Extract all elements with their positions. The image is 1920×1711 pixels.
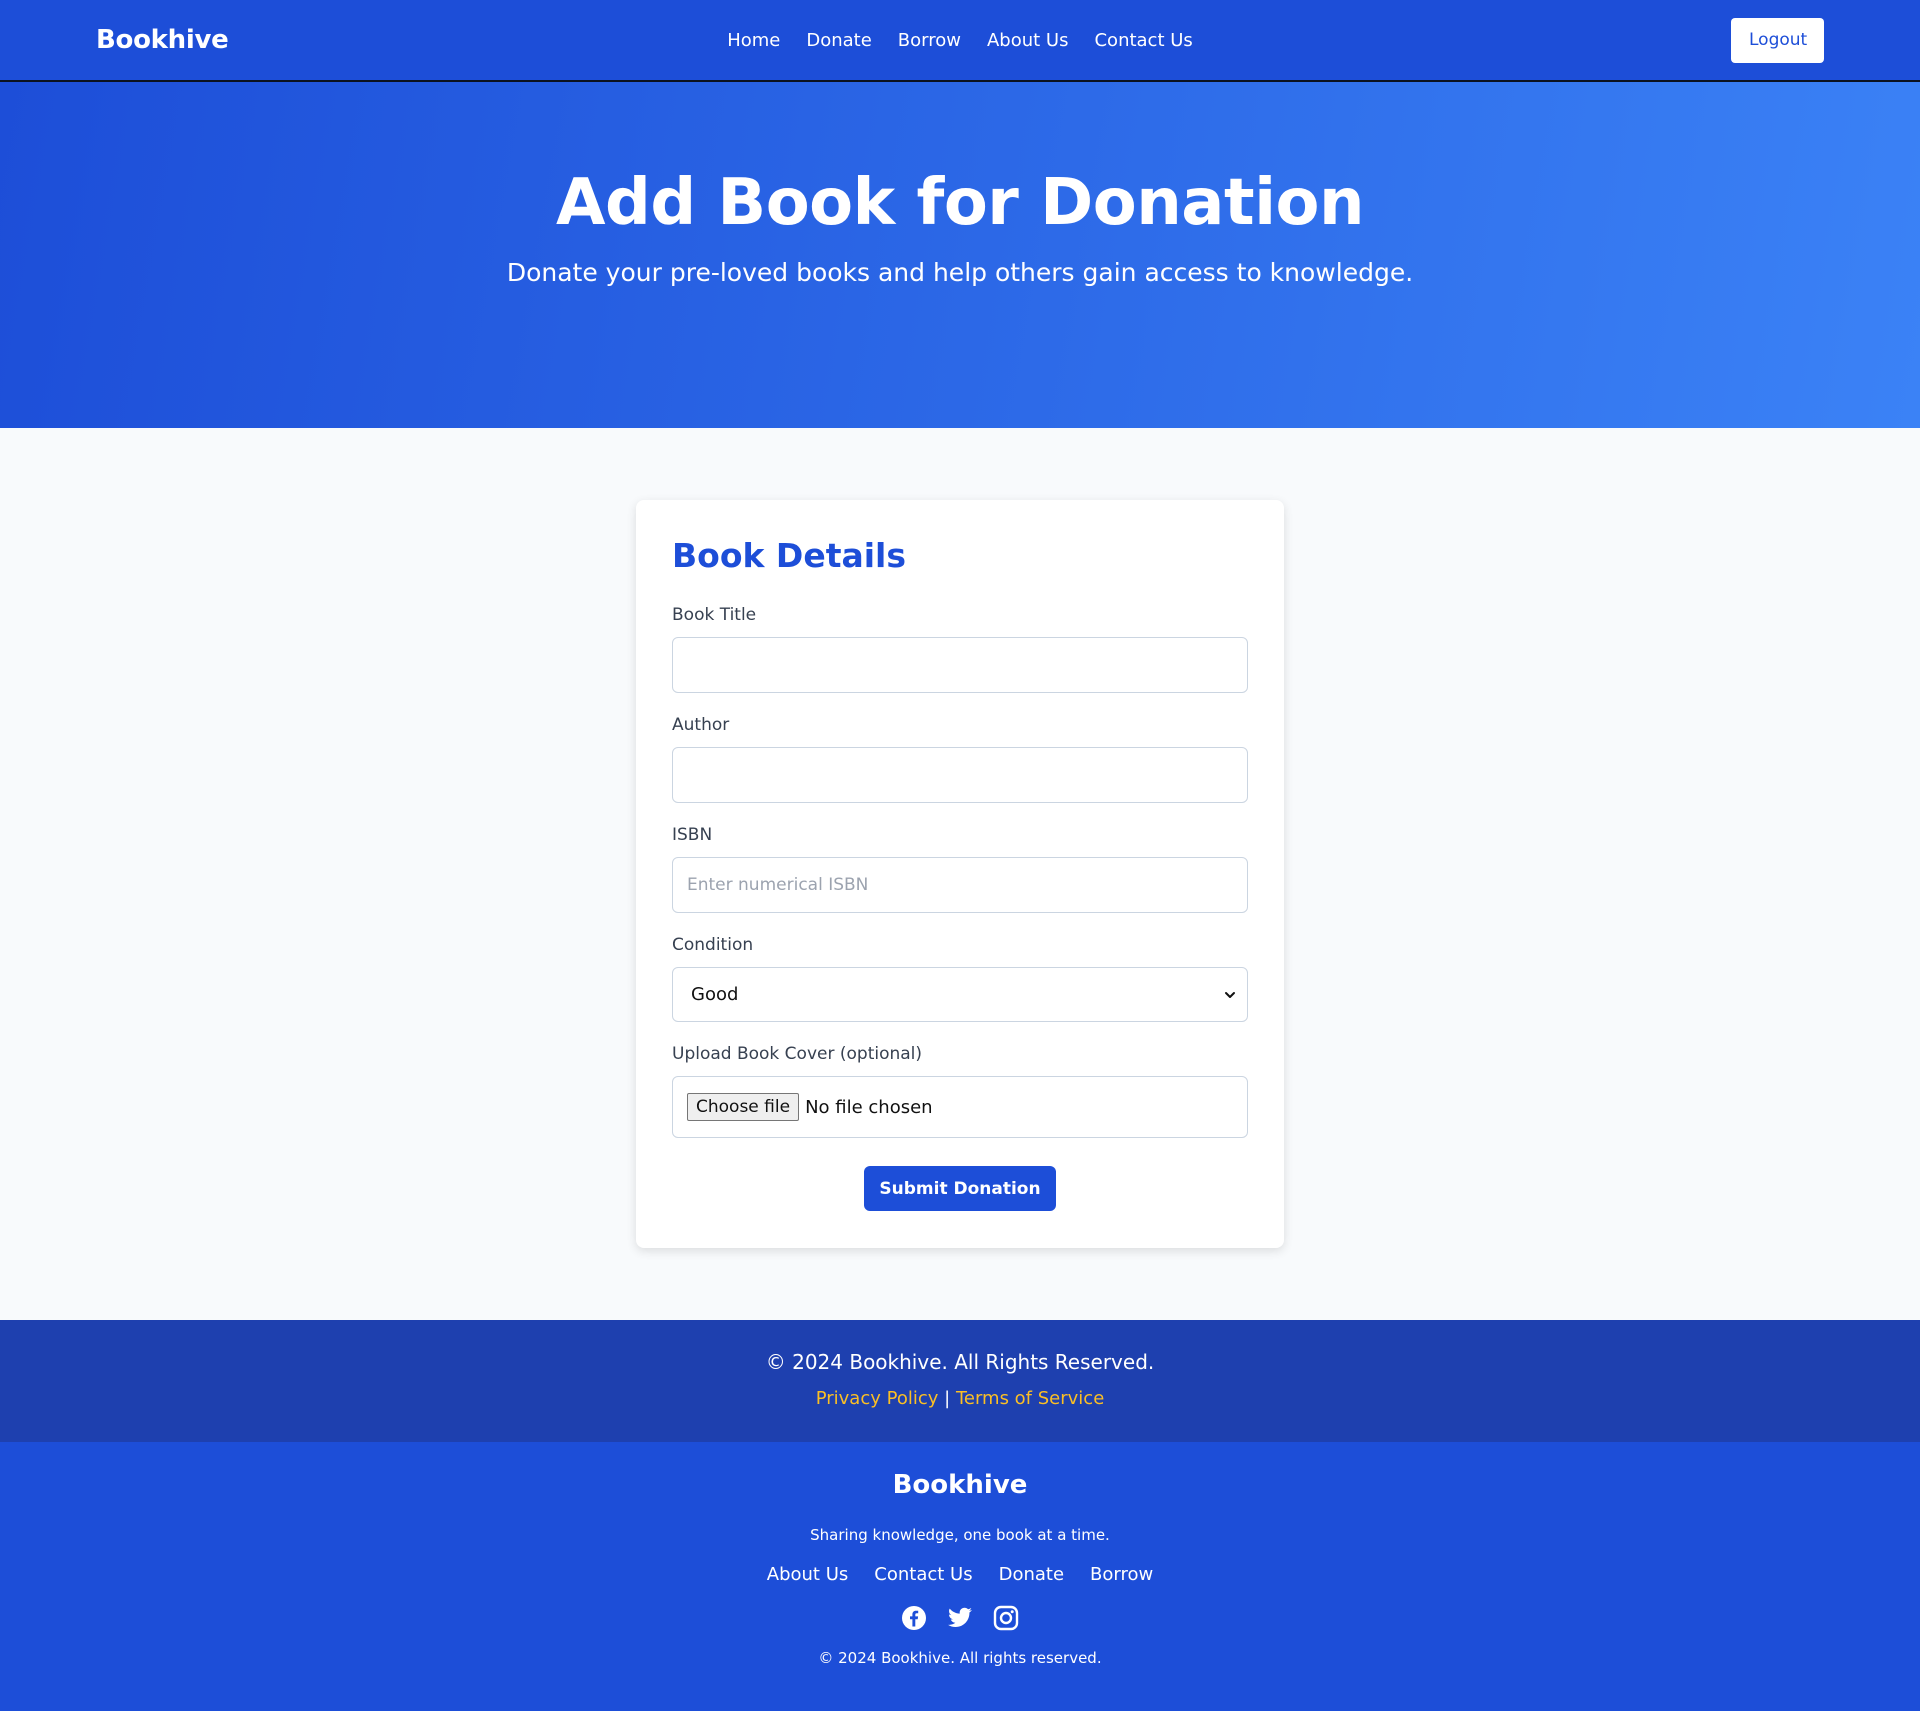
nav-link-home[interactable]: Home: [727, 30, 780, 51]
nav-link-about-us[interactable]: About Us: [987, 30, 1069, 51]
condition-selected-value: Good: [691, 984, 739, 1005]
hero-banner: Add Book for Donation Donate your pre-lo…: [0, 82, 1920, 428]
cover-upload-field-group: Upload Book Cover (optional) Choose file…: [672, 1044, 1248, 1138]
footer-link-about-us[interactable]: About Us: [767, 1564, 849, 1585]
form-heading: Book Details: [672, 536, 907, 575]
instagram-icon[interactable]: [993, 1605, 1019, 1631]
condition-field-group: Condition Good: [672, 935, 1248, 1022]
terms-of-service-link[interactable]: Terms of Service: [956, 1388, 1104, 1409]
footer-rights: © 2024 Bookhive. All rights reserved.: [818, 1649, 1102, 1667]
file-status-text: No file chosen: [805, 1096, 933, 1118]
book-title-label: Book Title: [672, 605, 757, 625]
footer-link-donate[interactable]: Donate: [999, 1564, 1064, 1585]
main-content: Book Details Book Title Author ISBN Cond…: [0, 428, 1920, 1320]
donation-form-card: Book Details Book Title Author ISBN Cond…: [636, 500, 1284, 1248]
author-field-group: Author: [672, 715, 1248, 803]
footer-main: Bookhive Sharing knowledge, one book at …: [0, 1442, 1920, 1711]
submit-donation-button[interactable]: Submit Donation: [864, 1166, 1056, 1211]
book-title-input[interactable]: [672, 637, 1248, 693]
footer-link-borrow[interactable]: Borrow: [1090, 1564, 1153, 1585]
page-subtitle: Donate your pre-loved books and help oth…: [506, 258, 1414, 287]
nav-link-donate[interactable]: Donate: [806, 30, 871, 51]
brand-logo[interactable]: Bookhive: [96, 25, 229, 55]
cover-upload-label: Upload Book Cover (optional): [672, 1044, 923, 1064]
isbn-field-group: ISBN: [672, 825, 1248, 913]
nav-link-borrow[interactable]: Borrow: [898, 30, 961, 51]
page-title: Add Book for Donation: [555, 166, 1365, 240]
twitter-icon[interactable]: [947, 1605, 973, 1631]
link-separator: |: [944, 1388, 951, 1409]
nav-link-contact-us[interactable]: Contact Us: [1094, 30, 1192, 51]
navbar: Bookhive Home Donate Borrow About Us Con…: [0, 0, 1920, 82]
chevron-down-icon: [1225, 991, 1235, 998]
footer-nav: About Us Contact Us Donate Borrow: [0, 1564, 1920, 1585]
main-nav: Home Donate Borrow About Us Contact Us: [0, 0, 1920, 80]
footer-legal: © 2024 Bookhive. All Rights Reserved. Pr…: [0, 1320, 1920, 1442]
condition-select[interactable]: Good: [672, 967, 1248, 1022]
condition-label: Condition: [672, 935, 754, 955]
isbn-label: ISBN: [672, 825, 713, 845]
isbn-input[interactable]: [672, 857, 1248, 913]
author-input[interactable]: [672, 747, 1248, 803]
facebook-icon[interactable]: [901, 1605, 927, 1631]
book-title-field-group: Book Title: [672, 605, 1248, 693]
footer-copyright: © 2024 Bookhive. All Rights Reserved.: [765, 1350, 1155, 1374]
cover-file-input[interactable]: Choose file No file chosen: [672, 1076, 1248, 1138]
privacy-policy-link[interactable]: Privacy Policy: [816, 1388, 939, 1409]
footer-legal-links: Privacy Policy | Terms of Service: [0, 1388, 1920, 1409]
footer-link-contact-us[interactable]: Contact Us: [874, 1564, 972, 1585]
social-links: [0, 1605, 1920, 1631]
author-label: Author: [672, 715, 730, 735]
submit-wrapper: Submit Donation: [672, 1166, 1248, 1211]
choose-file-button[interactable]: Choose file: [687, 1093, 800, 1121]
footer-brand: Bookhive: [892, 1470, 1028, 1500]
footer-tagline: Sharing knowledge, one book at a time.: [810, 1526, 1110, 1544]
logout-button[interactable]: Logout: [1731, 17, 1824, 63]
